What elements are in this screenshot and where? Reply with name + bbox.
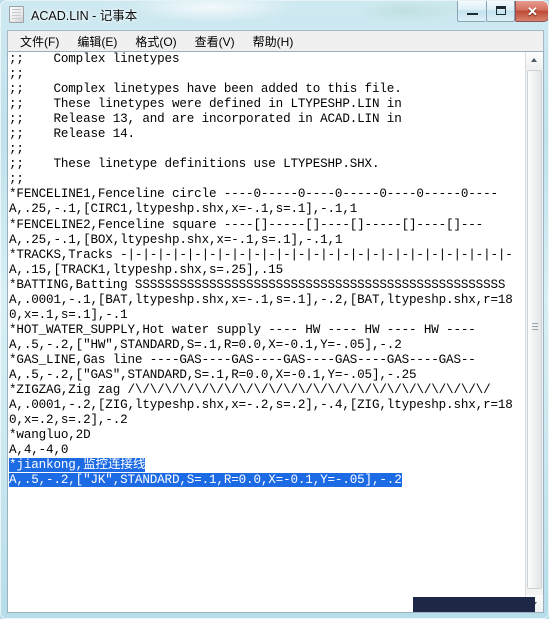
editor-text-selection: *jiankong,监控连接线 A,.5,-.2,["JK",STANDARD,… [9, 458, 402, 488]
menu-item-help[interactable]: 帮助(H) [244, 31, 303, 53]
menu-item-view[interactable]: 查看(V) [186, 31, 244, 53]
maximize-button[interactable] [486, 1, 515, 22]
close-icon: ✕ [527, 4, 538, 19]
close-button[interactable]: ✕ [515, 1, 548, 22]
play-button-icon [422, 613, 450, 614]
menu-item-format[interactable]: 格式(O) [126, 31, 185, 53]
menu-bar: 文件(F) 编辑(E) 格式(O) 查看(V) 帮助(H) [7, 30, 544, 52]
vertical-scrollbar[interactable] [525, 52, 543, 612]
menu-item-edit[interactable]: 编辑(E) [68, 31, 126, 53]
scroll-up-arrow-icon[interactable] [526, 52, 543, 69]
window-title: ACAD.LIN - 记事本 [31, 9, 138, 23]
menu-item-file[interactable]: 文件(F) [11, 31, 68, 53]
text-editor-area[interactable]: ;; Complex linetypes ;; ;; Complex linet… [7, 51, 544, 613]
notepad-document-icon [9, 6, 24, 23]
notepad-window: ACAD.LIN - 记事本 ✕ 文件(F) 编辑(E) 格式(O) 查看(V)… [0, 0, 549, 619]
scrollbar-thumb[interactable] [527, 70, 542, 589]
minimize-button[interactable] [457, 1, 486, 22]
watermark-title: 溜溜自学 [457, 612, 524, 613]
editor-text-content[interactable]: ;; Complex linetypes ;; ;; Complex linet… [9, 52, 525, 488]
title-bar[interactable]: ACAD.LIN - 记事本 ✕ [1, 1, 548, 29]
watermark-text: 溜溜自学 ZIXUE.3D66.COM [457, 612, 524, 613]
watermark-overlay: 溜溜自学 ZIXUE.3D66.COM [413, 597, 535, 614]
editor-text-unselected: ;; Complex linetypes ;; ;; Complex linet… [9, 52, 513, 458]
